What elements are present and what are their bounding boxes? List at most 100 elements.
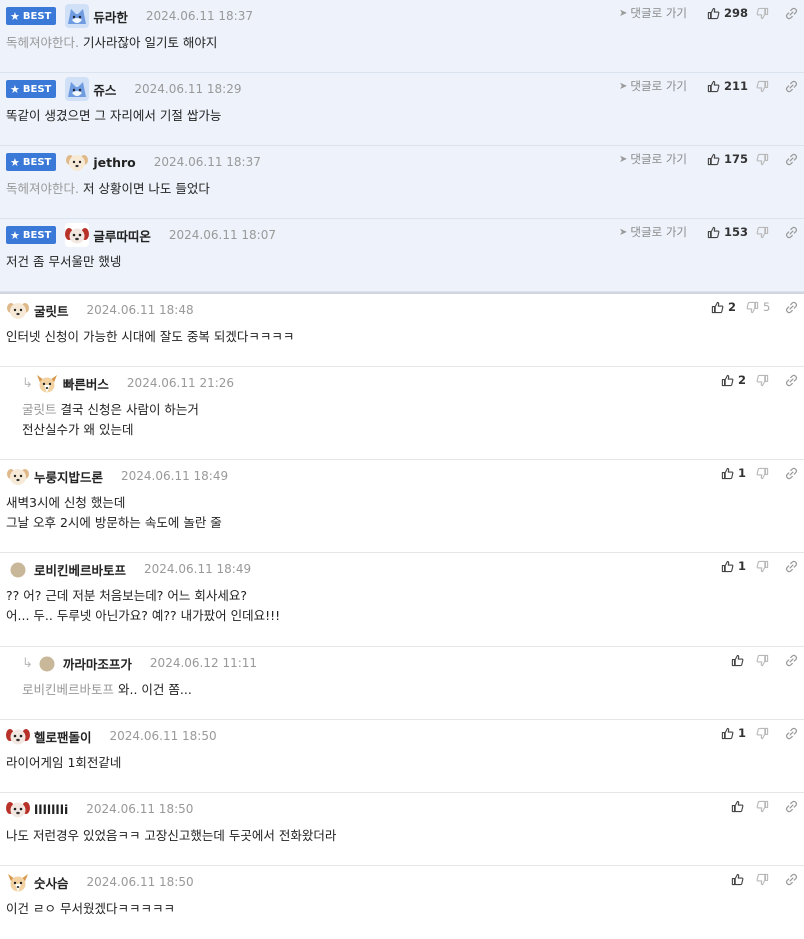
- goto-comment-link[interactable]: ➤ 댓글로 가기: [619, 5, 687, 21]
- nickname[interactable]: llllllli: [34, 802, 68, 817]
- downvote-button[interactable]: [756, 560, 773, 573]
- downvote-button[interactable]: [756, 467, 773, 480]
- best-badge: ★ BEST: [6, 7, 57, 25]
- quoted-user[interactable]: 굴릿트: [22, 402, 57, 417]
- avatar[interactable]: [35, 651, 59, 675]
- upvote-button[interactable]: 1: [721, 466, 748, 480]
- comment: 헬로팬돌이 2024.06.11 18:50 라이어게임 1회전같네 1: [0, 720, 804, 793]
- copy-link-icon[interactable]: [785, 374, 798, 387]
- nickname[interactable]: 로비킨베르바토프: [34, 560, 126, 579]
- copy-link-icon[interactable]: [785, 560, 798, 573]
- downvote-button[interactable]: [756, 727, 773, 740]
- downvote-button[interactable]: [756, 800, 773, 813]
- nickname[interactable]: 쥬스: [93, 80, 116, 99]
- downvote-button[interactable]: [756, 80, 773, 93]
- thumbs-up-icon: [721, 560, 734, 573]
- comment-text: 와.. 이건 쫌...: [118, 682, 192, 697]
- downvote-button[interactable]: [756, 873, 773, 886]
- comment-date: 2024.06.11 18:29: [134, 82, 242, 96]
- copy-link-icon[interactable]: [785, 301, 798, 314]
- avatar[interactable]: [6, 797, 30, 821]
- upvote-count: 298: [723, 6, 748, 20]
- upvote-button[interactable]: 153: [707, 225, 748, 239]
- quoted-user[interactable]: 독헤져야한다.: [6, 181, 79, 196]
- quoted-user[interactable]: 로비킨베르바토프: [22, 682, 114, 697]
- downvote-button[interactable]: 5: [746, 300, 773, 314]
- comment-text: 기사라잖아 일기토 해야지: [82, 35, 218, 50]
- copy-link-icon[interactable]: [785, 873, 798, 886]
- avatar[interactable]: [6, 724, 30, 748]
- avatar[interactable]: [65, 4, 90, 28]
- thumbs-down-icon: [756, 153, 769, 166]
- upvote-button[interactable]: [731, 800, 748, 813]
- comment-line: ?? 어? 근데 저분 처음보는데? 어느 회사세요?: [6, 586, 654, 606]
- comment-actions: ➤ 댓글로 가기 298: [619, 5, 798, 21]
- copy-link-icon[interactable]: [785, 727, 798, 740]
- comment-line: 똑같이 생겼으면 그 자리에서 기절 쌉가능: [6, 106, 654, 126]
- upvote-button[interactable]: [731, 873, 748, 886]
- avatar[interactable]: [65, 77, 90, 101]
- upvote-button[interactable]: 298: [707, 6, 748, 20]
- copy-link-icon[interactable]: [785, 226, 798, 239]
- comment-text: 전산실수가 왜 있는데: [22, 422, 134, 437]
- downvote-button[interactable]: [756, 226, 773, 239]
- upvote-button[interactable]: 175: [707, 152, 748, 166]
- comment: 로비킨베르바토프 2024.06.11 18:49 ?? 어? 근데 저분 처음보는…: [0, 553, 804, 647]
- nickname[interactable]: 굴릿트: [34, 301, 69, 320]
- comment-line: 독헤져야한다. 기사라잖아 일기토 해야지: [6, 33, 654, 53]
- reply-arrow-icon: ↳: [22, 655, 33, 671]
- comment-text: 똑같이 생겼으면 그 자리에서 기절 쌉가능: [6, 108, 222, 123]
- copy-link-icon[interactable]: [785, 7, 798, 20]
- reply-comment: ↳ 까라마조프가 2024.06.12 11:11 로비킨베르바토프 와.. 이건 쫌.…: [0, 647, 804, 720]
- copy-link-icon[interactable]: [785, 467, 798, 480]
- comment-body: 나도 저런경우 있었음ㅋㅋ 고장신고했는데 두곳에서 전화왔더라: [6, 826, 654, 846]
- avatar[interactable]: [35, 371, 59, 395]
- avatar[interactable]: [6, 557, 30, 581]
- nickname[interactable]: 숫사슴: [34, 873, 69, 892]
- nickname[interactable]: 글루따띠온: [93, 226, 151, 245]
- nickname[interactable]: 헬로팬돌이: [34, 727, 92, 746]
- nickname[interactable]: 까라마조프가: [63, 654, 132, 673]
- copy-link-icon[interactable]: [785, 80, 798, 93]
- upvote-button[interactable]: 1: [721, 726, 748, 740]
- comment-actions: 2: [713, 372, 798, 388]
- copy-link-icon[interactable]: [785, 654, 798, 667]
- copy-link-icon[interactable]: [785, 153, 798, 166]
- goto-comment-link[interactable]: ➤ 댓글로 가기: [619, 78, 687, 94]
- upvote-button[interactable]: 211: [707, 79, 748, 93]
- nickname[interactable]: jethro: [93, 155, 135, 170]
- downvote-button[interactable]: [756, 654, 773, 667]
- nickname[interactable]: 듀라한: [93, 7, 128, 26]
- comment-header: 누룽지밥드론 2024.06.11 18:49: [6, 465, 228, 487]
- comment-text: 어... 두.. 두루넷 아닌가요? 예?? 내가팠어 인데요!!!: [6, 608, 281, 623]
- avatar[interactable]: [65, 223, 90, 247]
- goto-comment-link[interactable]: ➤ 댓글로 가기: [619, 151, 687, 167]
- star-icon: ★: [10, 155, 20, 169]
- comment-date: 2024.06.11 18:07: [168, 228, 276, 242]
- downvote-button[interactable]: [756, 7, 773, 20]
- nickname[interactable]: 누룽지밥드론: [34, 467, 103, 486]
- upvote-button[interactable]: 1: [721, 559, 748, 573]
- downvote-button[interactable]: [756, 374, 773, 387]
- nickname[interactable]: 빠른버스: [63, 374, 109, 393]
- goto-comment-link[interactable]: ➤ 댓글로 가기: [619, 224, 687, 240]
- thumbs-up-icon: [711, 301, 724, 314]
- upvote-count: 211: [723, 79, 748, 93]
- comment-text: 인터넷 신청이 가능한 시대에 잘도 중복 되겠다ㅋㅋㅋㅋ: [6, 329, 295, 344]
- comment-header: ★ BEST 듀라한 2024.06.11 18:37: [6, 4, 253, 28]
- upvote-button[interactable]: [731, 654, 748, 667]
- upvote-count: 1: [738, 559, 747, 573]
- downvote-button[interactable]: [756, 153, 773, 166]
- copy-link-icon[interactable]: [785, 800, 798, 813]
- avatar[interactable]: [6, 870, 30, 894]
- comment-line: 전산실수가 왜 있는데: [22, 420, 654, 440]
- avatar[interactable]: [6, 298, 30, 322]
- avatar[interactable]: [6, 464, 30, 488]
- upvote-button[interactable]: 2: [721, 373, 748, 387]
- upvote-button[interactable]: 2: [711, 300, 738, 314]
- comment-body: 인터넷 신청이 가능한 시대에 잘도 중복 되겠다ㅋㅋㅋㅋ: [6, 327, 654, 347]
- comment-header: 숫사슴 2024.06.11 18:50: [6, 871, 194, 893]
- avatar[interactable]: [65, 150, 89, 174]
- quoted-user[interactable]: 독헤져야한다.: [6, 35, 79, 50]
- comment-line: 이건 ㄹㅇ 무서웠겠다ㅋㅋㅋㅋㅋ: [6, 899, 654, 919]
